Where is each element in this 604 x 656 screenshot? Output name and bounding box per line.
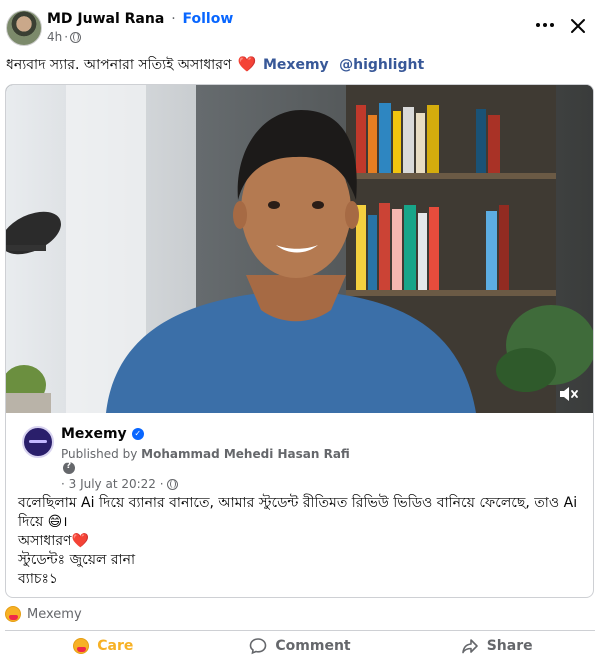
more-icon <box>536 23 554 27</box>
post-meta: 4h · <box>47 30 82 44</box>
page-avatar[interactable] <box>22 426 54 458</box>
author-separator: · <box>171 11 176 27</box>
author-name[interactable]: MD Juwal Rana <box>47 11 164 27</box>
care-icon <box>73 638 90 654</box>
shared-post-card: Mexemy ✓ Published by Mohammad Mehedi Ha… <box>5 84 594 598</box>
reaction-names: Mexemy <box>27 606 82 622</box>
video-player[interactable] <box>6 85 593 413</box>
follow-button[interactable]: Follow <box>183 11 234 27</box>
author-avatar[interactable] <box>6 10 42 46</box>
comment-icon <box>250 638 267 655</box>
author-line: MD Juwal Rana · Follow <box>47 11 233 27</box>
actions-divider <box>5 630 595 631</box>
care-reaction-icon <box>5 606 21 622</box>
share-icon <box>461 639 478 654</box>
comment-button[interactable]: Comment <box>202 636 399 656</box>
publisher-name[interactable]: Mohammad Mehedi Hasan Rafi <box>141 447 350 461</box>
body-line: দিয়ে 😄। <box>18 514 68 530</box>
shared-post-content: Mexemy ✓ Published by Mohammad Mehedi Ha… <box>6 414 593 597</box>
body-line: ব্যাচঃ১ <box>18 571 59 587</box>
verified-icon: ✓ <box>131 428 144 440</box>
post-time[interactable]: 4h <box>47 30 62 44</box>
care-label: Care <box>97 638 134 654</box>
published-prefix: Published by <box>61 447 138 461</box>
time-separator: · <box>64 30 69 44</box>
post-message: ধন্যবাদ স্যার. আপনারা সত্যিই অসাধারণ <box>6 57 232 73</box>
post-header: MD Juwal Rana · Follow 4h · <box>0 0 604 52</box>
page-name[interactable]: Mexemy <box>61 426 127 442</box>
mute-button[interactable] <box>558 385 580 403</box>
globe-icon <box>166 478 178 490</box>
close-button[interactable] <box>566 14 590 38</box>
info-icon[interactable] <box>63 461 75 474</box>
globe-icon <box>70 31 82 43</box>
shared-post-body: বলেছিলাম Ai দিয়ে ব্যানার বানাতে, আমার স… <box>18 494 586 589</box>
close-icon <box>571 19 585 33</box>
speaker-muted-icon <box>560 387 578 401</box>
shared-post-date-row: · 3 July at 20:22 · <box>61 477 178 491</box>
body-line: বলেছিলাম Ai দিয়ে ব্যানার বানাতে, আমার স… <box>18 495 578 511</box>
share-button[interactable]: Share <box>398 636 595 656</box>
page-name-row: Mexemy ✓ <box>61 426 144 442</box>
more-options-button[interactable] <box>534 14 556 36</box>
published-by-line: Published by Mohammad Mehedi Hasan Rafi <box>61 447 350 461</box>
share-label: Share <box>486 638 533 654</box>
body-line: স্টুডেন্টঃ জুয়েল রানা <box>18 552 136 568</box>
page-logo <box>29 440 47 443</box>
mention-mexemy[interactable]: Mexemy <box>263 57 329 73</box>
comment-label: Comment <box>275 638 351 654</box>
mention-highlight[interactable]: @highlight <box>339 57 424 73</box>
video-frame <box>6 85 593 413</box>
reaction-summary[interactable]: Mexemy <box>5 606 82 622</box>
heart-emoji: ❤️ <box>237 55 257 73</box>
shared-post-date[interactable]: · 3 July at 20:22 · <box>61 477 164 491</box>
action-bar: Care Comment Share <box>5 636 595 656</box>
body-line: অসাধারণ❤️ <box>18 533 89 549</box>
care-button[interactable]: Care <box>5 636 202 656</box>
post-text: ধন্যবাদ স্যার. আপনারা সত্যিই অসাধারণ ❤️ … <box>6 54 598 75</box>
